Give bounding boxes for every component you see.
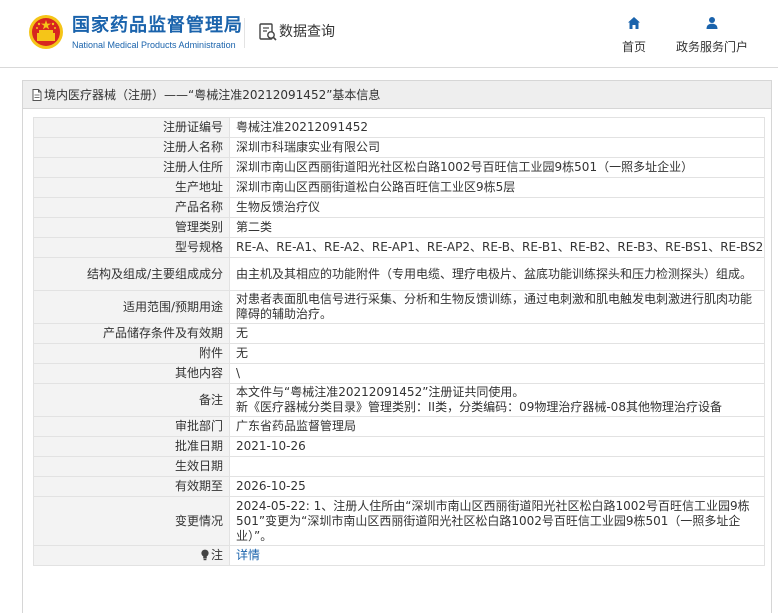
field-value: 对患者表面肌电信号进行采集、分析和生物反馈训练，通过电刺激和肌电触发电刺激进行肌…: [229, 290, 765, 324]
field-value: 广东省药品监督管理局: [229, 416, 765, 437]
field-label: 有效期至: [33, 476, 230, 497]
field-value: 无: [229, 323, 765, 344]
nav-service-portal[interactable]: 政务服务门户: [672, 16, 752, 55]
field-value: 详情: [229, 545, 765, 566]
detail-link[interactable]: 详情: [236, 548, 260, 562]
table-row: 注册证编号 粤械注准20212091452: [33, 117, 765, 138]
table-row: 其他内容 \: [33, 363, 765, 384]
field-value: [229, 456, 765, 477]
table-row: 产品名称 生物反馈治疗仪: [33, 197, 765, 218]
data-query-icon: [259, 23, 277, 41]
field-label: 管理类别: [33, 217, 230, 238]
table-row: 适用范围/预期用途 对患者表面肌电信号进行采集、分析和生物反馈训练，通过电刺激和…: [33, 290, 765, 324]
field-value: 无: [229, 343, 765, 364]
field-value: 2026-10-25: [229, 476, 765, 497]
field-label: 审批部门: [33, 416, 230, 437]
field-value: \: [229, 363, 765, 384]
home-icon: [628, 17, 640, 29]
field-label: 型号规格: [33, 237, 230, 258]
field-label: 变更情况: [33, 496, 230, 546]
nav-home-label: 首页: [621, 40, 646, 54]
field-value: 本文件与“粤械注准20212091452”注册证共同使用。 新《医疗器械分类目录…: [229, 383, 765, 417]
field-value: 粤械注准20212091452: [229, 117, 765, 138]
table-row: 备注 本文件与“粤械注准20212091452”注册证共同使用。 新《医疗器械分…: [33, 383, 765, 417]
table-row: 生产地址 深圳市南山区西丽街道松白公路百旺信工业区9栋5层: [33, 177, 765, 198]
field-label: 备注: [33, 383, 230, 417]
table-row: 注册人住所 深圳市南山区西丽街道阳光社区松白路1002号百旺信工业园9栋501（…: [33, 157, 765, 178]
field-value: 深圳市南山区西丽街道松白公路百旺信工业区9栋5层: [229, 177, 765, 198]
brand-name-cn: 国家药品监督管理局: [72, 15, 243, 36]
field-label: 注册证编号: [33, 117, 230, 138]
data-query-link[interactable]: 数据查询: [258, 22, 335, 42]
field-label: 其他内容: [33, 363, 230, 384]
table-row: 审批部门 广东省药品监督管理局: [33, 416, 765, 437]
field-label: 注册人住所: [33, 157, 230, 178]
field-label: 批准日期: [33, 436, 230, 457]
table-row: 变更情况 2024-05-22: 1、注册人住所由“深圳市南山区西丽街道阳光社区…: [33, 496, 765, 546]
field-value: 生物反馈治疗仪: [229, 197, 765, 218]
panel-title-record: “粤械注准20212091452”基本信息: [188, 88, 381, 102]
remark-line: 新《医疗器械分类目录》管理类别：II类，分类编码：09物理治疗器械-08其他物理…: [236, 400, 722, 414]
national-emblem-icon: [29, 15, 63, 49]
field-value: 深圳市南山区西丽街道阳光社区松白路1002号百旺信工业园9栋501（一照多址企业…: [229, 157, 765, 178]
field-value: 2021-10-26: [229, 436, 765, 457]
panel-title-category: 境内医疗器械（注册）: [44, 88, 165, 102]
record-panel: 境内医疗器械（注册） —— “粤械注准20212091452”基本信息 注册证编…: [22, 80, 772, 613]
field-label: 产品储存条件及有效期: [33, 323, 230, 344]
note-label: 注: [210, 548, 223, 562]
table-row: 注册人名称 深圳市科瑞康实业有限公司: [33, 137, 765, 158]
table-row: 有效期至 2026-10-25: [33, 476, 765, 497]
field-label: 产品名称: [33, 197, 230, 218]
table-row: 生效日期: [33, 456, 765, 477]
field-label: 注册人名称: [33, 137, 230, 158]
field-value: RE-A、RE-A1、RE-A2、RE-AP1、RE-AP2、RE-B、RE-B…: [229, 237, 765, 258]
field-value: 第二类: [229, 217, 765, 238]
field-value: 2024-05-22: 1、注册人住所由“深圳市南山区西丽街道阳光社区松白路10…: [229, 496, 765, 546]
table-row: 型号规格 RE-A、RE-A1、RE-A2、RE-AP1、RE-AP2、RE-B…: [33, 237, 765, 258]
site-header: 国家药品监督管理局 National Medical Products Admi…: [0, 0, 778, 68]
field-label: 生产地址: [33, 177, 230, 198]
field-label: 生效日期: [33, 456, 230, 477]
field-label: 结构及组成/主要组成成分: [33, 257, 230, 291]
field-label: 附件: [33, 343, 230, 364]
field-label: 注: [33, 545, 230, 566]
panel-title-separator: ——: [164, 87, 189, 102]
field-value: 由主机及其相应的功能附件（专用电缆、理疗电极片、盆底功能训练探头和压力检测探头）…: [229, 257, 765, 291]
site-brand[interactable]: 国家药品监督管理局 National Medical Products Admi…: [72, 15, 243, 50]
brand-name-en: National Medical Products Administration: [72, 40, 236, 50]
table-row: 注 详情: [33, 545, 765, 566]
data-query-label: 数据查询: [279, 24, 335, 40]
table-row: 管理类别 第二类: [33, 217, 765, 238]
detail-table: 注册证编号 粤械注准20212091452 注册人名称 深圳市科瑞康实业有限公司…: [33, 117, 765, 566]
user-icon: [706, 17, 718, 29]
table-row: 产品储存条件及有效期 无: [33, 323, 765, 344]
document-icon: [32, 88, 42, 101]
lightbulb-icon: [201, 549, 209, 561]
nav-service-portal-label: 政务服务门户: [675, 40, 748, 54]
remark-line: 本文件与“粤械注准20212091452”注册证共同使用。: [236, 385, 525, 399]
table-row: 附件 无: [33, 343, 765, 364]
table-row: 结构及组成/主要组成成分 由主机及其相应的功能附件（专用电缆、理疗电极片、盆底功…: [33, 257, 765, 291]
field-label: 适用范围/预期用途: [33, 290, 230, 324]
table-row: 批准日期 2021-10-26: [33, 436, 765, 457]
field-value: 深圳市科瑞康实业有限公司: [229, 137, 765, 158]
nav-home[interactable]: 首页: [616, 16, 652, 55]
panel-title-bar: 境内医疗器械（注册） —— “粤械注准20212091452”基本信息: [23, 81, 771, 109]
header-divider: [244, 18, 245, 48]
